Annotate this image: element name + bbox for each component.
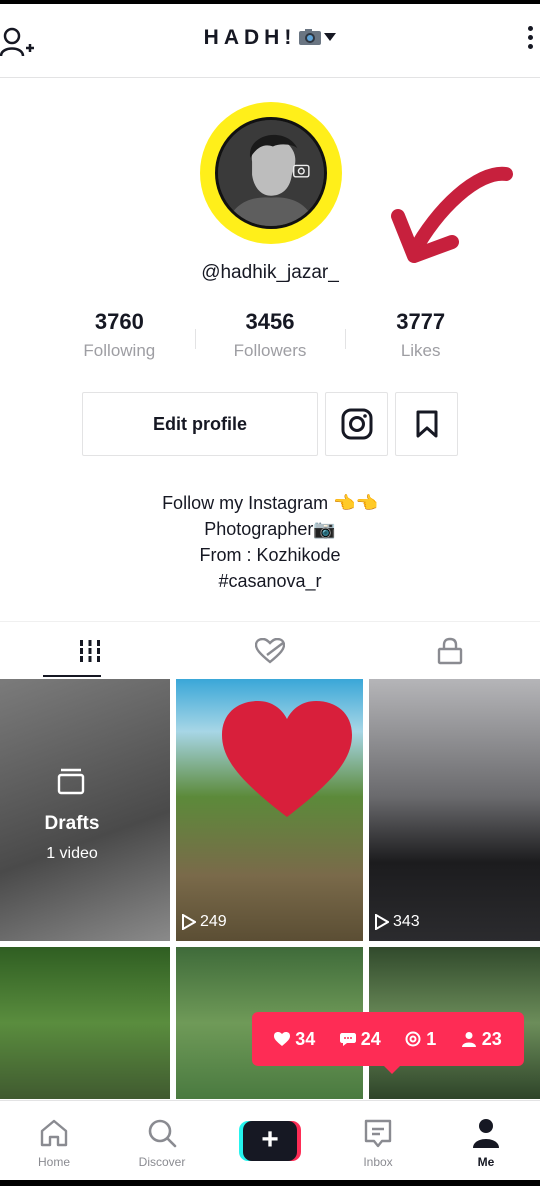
drafts-count: 1 video xyxy=(46,845,98,862)
bio-line: #casanova_r xyxy=(218,571,322,591)
stat-following[interactable]: 3760 Following xyxy=(44,309,195,369)
create-button[interactable]: + xyxy=(239,1121,301,1161)
notif-mentions: 1 xyxy=(405,1029,436,1050)
chevron-down-icon xyxy=(324,33,337,41)
bio-line: Photographer📷 xyxy=(204,519,336,539)
profile-stats: 3760 Following 3456 Followers 3777 Likes xyxy=(44,309,496,369)
notif-likes-count: 34 xyxy=(295,1028,316,1049)
stat-label: Followers xyxy=(233,341,307,360)
view-count: 343 xyxy=(375,913,420,931)
avatar[interactable] xyxy=(200,102,342,244)
avatar-photo xyxy=(215,117,327,229)
stat-label: Likes xyxy=(400,341,441,360)
nav-label: Me xyxy=(477,1155,495,1169)
heart-icon xyxy=(274,1032,291,1046)
view-count-value: 249 xyxy=(200,913,227,930)
account-switcher[interactable]: HADH! xyxy=(0,26,540,50)
home-icon xyxy=(40,1119,68,1147)
top-bar: HADH! xyxy=(0,4,540,78)
drafts-icon xyxy=(57,768,85,795)
stat-likes[interactable]: 3777 Likes xyxy=(345,309,496,369)
profile-tabs xyxy=(0,621,540,679)
camera-icon xyxy=(299,29,322,45)
view-count-value: 343 xyxy=(393,913,420,930)
profile-handle: @hadhik_jazar_ xyxy=(201,262,339,283)
heart-sticker-icon xyxy=(222,701,352,817)
play-icon xyxy=(375,914,389,930)
hidden-heart-icon xyxy=(255,637,285,664)
bio-line: Follow my Instagram 👈👈 xyxy=(162,493,378,513)
notif-comments: 24 xyxy=(339,1028,381,1050)
nav-create[interactable]: + xyxy=(216,1101,324,1180)
video-tile[interactable] xyxy=(0,947,170,1099)
nav-home[interactable]: Home xyxy=(0,1101,108,1180)
drafts-tile[interactable]: Drafts 1 video xyxy=(0,679,170,941)
bio-line: From : Kozhikode xyxy=(199,545,341,565)
stat-value: 3456 xyxy=(245,309,295,334)
bottom-nav: Home Discover + Inbox Me xyxy=(0,1100,540,1180)
instagram-button[interactable] xyxy=(325,392,388,456)
grid-icon xyxy=(80,639,100,662)
nav-label: Discover xyxy=(138,1155,186,1169)
stat-label: Following xyxy=(83,341,156,360)
bookmark-icon xyxy=(416,410,437,438)
notif-followers: 23 xyxy=(461,1029,502,1050)
tab-private[interactable] xyxy=(360,622,540,679)
favorites-button[interactable] xyxy=(395,392,458,456)
drafts-title: Drafts xyxy=(44,813,100,834)
plus-icon: + xyxy=(243,1121,297,1161)
edit-profile-button[interactable]: Edit profile xyxy=(82,392,318,456)
person-icon xyxy=(461,1032,476,1047)
view-count: 249 xyxy=(182,913,227,931)
stat-followers[interactable]: 3456 Followers xyxy=(194,309,346,369)
nav-discover[interactable]: Discover xyxy=(108,1101,216,1180)
tab-liked[interactable] xyxy=(180,622,360,679)
at-icon xyxy=(405,1031,421,1047)
stat-value: 3777 xyxy=(396,309,446,334)
search-icon xyxy=(148,1119,177,1148)
profile-icon xyxy=(473,1119,499,1148)
notif-followers-count: 23 xyxy=(481,1028,502,1049)
profile-bio: Follow my Instagram 👈👈 Photographer📷 Fro… xyxy=(0,490,540,594)
nav-label: Home xyxy=(37,1155,70,1169)
inbox-icon xyxy=(364,1119,392,1148)
nav-label: Inbox xyxy=(363,1155,393,1169)
nav-me[interactable]: Me xyxy=(432,1101,540,1180)
stat-value: 3760 xyxy=(94,309,144,334)
nav-inbox[interactable]: Inbox xyxy=(324,1101,432,1180)
profile-screen: HADH! @hadhik_jazar_ 3760 Following 3456 xyxy=(0,4,540,1180)
account-title: HADH! xyxy=(203,26,297,49)
tab-videos[interactable] xyxy=(0,622,180,679)
notif-comments-count: 24 xyxy=(360,1028,381,1049)
video-tile[interactable]: 343 xyxy=(369,679,540,941)
instagram-icon xyxy=(341,408,372,440)
notif-likes: 34 xyxy=(274,1029,315,1050)
play-icon xyxy=(182,914,196,930)
activity-notification-bubble[interactable]: 34 24 1 23 xyxy=(252,1012,524,1074)
video-tile[interactable]: 249 xyxy=(176,679,363,941)
notif-mentions-count: 1 xyxy=(426,1028,437,1049)
comment-icon xyxy=(339,1033,356,1046)
more-options-icon[interactable] xyxy=(528,26,534,56)
lock-icon xyxy=(437,637,463,664)
